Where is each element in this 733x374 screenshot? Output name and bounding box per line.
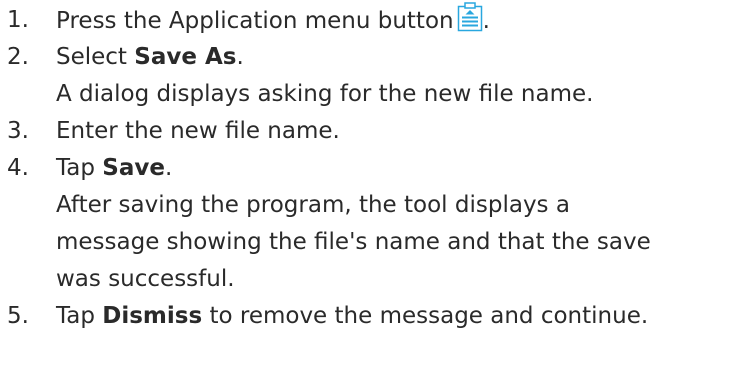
step-3: 3. Enter the new file name.	[0, 113, 733, 150]
step-text: Enter the new file name.	[56, 118, 340, 144]
step-2-period: .	[236, 44, 244, 70]
step-2-text: Select	[56, 44, 135, 70]
instruction-list: 1. Press the Application menu button . 2…	[0, 0, 733, 335]
step-text: Press the Application menu button .	[56, 2, 490, 40]
step-4-text: Tap	[56, 155, 103, 181]
step-4-note-line-3: was successful.	[0, 261, 733, 298]
step-note: was successful.	[56, 266, 235, 292]
step-4-note-line-1: After saving the program, the tool displ…	[0, 187, 733, 224]
step-1-period: .	[482, 8, 490, 34]
step-2-note: A dialog displays asking for the new fil…	[0, 76, 733, 113]
step-2: 2. Select Save As.	[0, 39, 733, 76]
step-number: 4.	[7, 155, 29, 181]
save-label: Save	[102, 155, 165, 181]
step-note: After saving the program, the tool displ…	[56, 192, 570, 218]
application-menu-icon	[457, 2, 483, 32]
step-4: 4. Tap Save.	[0, 150, 733, 187]
dismiss-label: Dismiss	[102, 303, 203, 329]
step-4-period: .	[164, 155, 173, 181]
step-text: Select Save As.	[56, 39, 244, 76]
step-1: 1. Press the Application menu button .	[0, 2, 733, 39]
step-4-note-line-2: message showing the file's name and that…	[0, 224, 733, 261]
step-number: 5.	[7, 303, 29, 329]
step-5-text: Tap	[56, 303, 103, 329]
step-text: Tap Save.	[56, 150, 172, 187]
step-note: message showing the file's name and that…	[56, 229, 651, 255]
step-5-rest: to remove the message and continue.	[202, 303, 649, 329]
step-number: 1.	[7, 7, 29, 33]
step-5: 5. Tap Dismiss to remove the message and…	[0, 298, 733, 335]
step-text: Tap Dismiss to remove the message and co…	[56, 298, 648, 335]
step-number: 2.	[7, 44, 29, 70]
step-1-text: Press the Application menu button	[56, 8, 454, 34]
step-note: A dialog displays asking for the new fil…	[56, 81, 594, 107]
step-number: 3.	[7, 118, 29, 144]
save-as-label: Save As	[134, 44, 237, 70]
